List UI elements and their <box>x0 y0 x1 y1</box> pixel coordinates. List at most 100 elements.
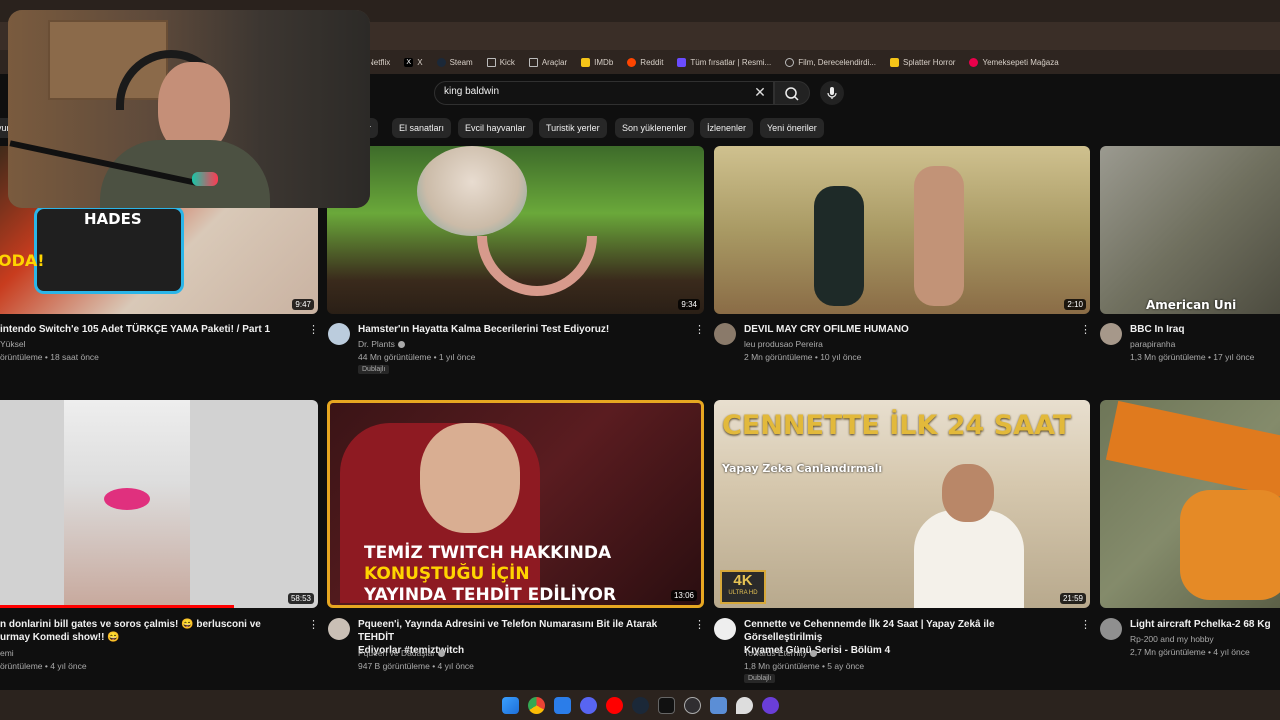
thumb-subtitle: Yapay Zeka Canlandırmalı <box>722 462 883 475</box>
video-title-4[interactable]: BBC In Iraq <box>1130 323 1280 336</box>
bookmark-reddit[interactable]: Reddit <box>627 57 663 67</box>
video-thumbnail-2[interactable]: 9:34 <box>327 146 704 314</box>
orange-wing <box>1105 400 1280 500</box>
x-icon: X <box>404 57 414 67</box>
video-thumbnail-8[interactable] <box>1100 400 1280 608</box>
steam-icon[interactable] <box>631 696 649 714</box>
video-thumbnail-7[interactable]: CENNETTE İLK 24 SAAT Yapay Zeka Canlandı… <box>714 400 1090 608</box>
video-channel-2[interactable]: Dr. Plants <box>358 337 405 351</box>
feather-icon[interactable] <box>735 696 753 714</box>
bookmark-x[interactable]: XX <box>404 57 423 67</box>
app-icon[interactable] <box>761 696 779 714</box>
video-channel-6[interactable]: Pqueen ve Dadaşlar <box>358 646 446 660</box>
video-channel-4[interactable]: parapiranha <box>1130 337 1175 351</box>
steam-icon <box>436 57 446 67</box>
verified-icon <box>438 650 446 658</box>
video-thumbnail-4[interactable]: American Uni <box>1100 146 1280 314</box>
more-options-button[interactable]: ⋮ <box>694 323 705 336</box>
bookmark-araclar[interactable]: Araçlar <box>528 57 567 67</box>
video-thumbnail-5[interactable]: 58:53 <box>0 400 318 608</box>
worm <box>477 236 597 296</box>
bookmark-film[interactable]: Film, Derecelendirdi... <box>785 57 876 67</box>
bookmark-deals[interactable]: Tüm fırsatlar | Resmi... <box>677 57 771 67</box>
channel-avatar-3[interactable] <box>714 323 736 345</box>
channel-avatar-8[interactable] <box>1100 618 1122 640</box>
video-duration: 2:10 <box>1064 299 1086 310</box>
chip-evcil-hayvanlar[interactable]: Evcil hayvanlar <box>458 118 533 138</box>
channel-avatar-7[interactable] <box>714 618 736 640</box>
bookmark-netflix[interactable]: Netflix <box>370 58 390 67</box>
video-duration: 9:34 <box>678 299 700 310</box>
video-stats-7: 1,8 Mn görüntüleme • 5 ay önce <box>744 661 865 671</box>
more-options-button[interactable]: ⋮ <box>1080 323 1091 336</box>
more-options-button[interactable]: ⋮ <box>694 618 705 631</box>
streamer-face <box>420 423 520 533</box>
globe-icon <box>785 57 795 67</box>
more-options-button[interactable]: ⋮ <box>1080 618 1091 631</box>
folder-icon <box>486 57 496 67</box>
bookmark-yemeksepeti[interactable]: Yemeksepeti Mağaza <box>969 57 1059 67</box>
video-stats-1: örüntüleme • 18 saat önce <box>0 352 99 362</box>
imdb-icon <box>581 57 591 67</box>
more-options-button[interactable]: ⋮ <box>308 618 319 631</box>
video-duration: 9:47 <box>292 299 314 310</box>
video-channel-8[interactable]: Rp-200 and my hobby <box>1130 632 1214 646</box>
dubbed-badge: Dublajlı <box>744 674 776 683</box>
chrome-icon[interactable] <box>527 696 545 714</box>
chip-yeni-oneriler[interactable]: Yeni öneriler <box>760 118 824 138</box>
obs-icon[interactable] <box>683 696 701 714</box>
hamster <box>417 146 527 236</box>
mail-icon[interactable] <box>553 696 571 714</box>
video-stats-4: 1,3 Mn görüntüleme • 17 yıl önce <box>1130 352 1255 362</box>
epic-icon[interactable] <box>657 696 675 714</box>
video-thumbnail-6[interactable]: TEMİZ TWITCH HAKKINDA KONUŞTUĞU İÇİN YAY… <box>327 400 704 608</box>
youtube-music-icon[interactable] <box>605 696 623 714</box>
deal-icon <box>677 57 687 67</box>
video-title-3[interactable]: DEVIL MAY CRY OFILME HUMANO <box>744 323 1074 336</box>
video-duration: 13:06 <box>670 590 697 601</box>
yemeksepeti-icon <box>969 57 979 67</box>
video-channel-3[interactable]: leu produsao Pereira <box>744 337 823 351</box>
orange-fuselage <box>1180 490 1280 600</box>
video-title-1[interactable]: intendo Switch'e 105 Adet TÜRKÇE YAMA Pa… <box>0 323 300 336</box>
channel-avatar-2[interactable] <box>328 323 350 345</box>
chip-turistik-yerler[interactable]: Turistik yerler <box>539 118 607 138</box>
bookmark-splatter[interactable]: Splatter Horror <box>890 57 955 67</box>
video-title-8[interactable]: Light aircraft Pchelka-2 68 Kg <box>1130 618 1280 631</box>
person-shirtless <box>914 166 964 306</box>
bookmark-kick[interactable]: Kick <box>486 57 515 67</box>
video-thumbnail-3[interactable]: 2:10 <box>714 146 1090 314</box>
channel-avatar-6[interactable] <box>328 618 350 640</box>
search-button[interactable] <box>774 81 810 105</box>
video-channel-7[interactable]: Towards Eternity <box>744 646 817 660</box>
chip-son-yuklenenler[interactable]: Son yüklenenler <box>615 118 694 138</box>
thumb-title: CENNETTE İLK 24 SAAT <box>722 410 1072 441</box>
microphone-icon <box>827 87 837 99</box>
bookmark-steam[interactable]: Steam <box>436 57 473 67</box>
watch-progress-bar <box>0 605 234 608</box>
channel-avatar-4[interactable] <box>1100 323 1122 345</box>
video-stats-8: 2,7 Mn görüntüleme • 4 yıl önce <box>1130 647 1250 657</box>
thumb-text-oda: ODA! <box>0 251 45 270</box>
bookmark-imdb[interactable]: IMDb <box>581 57 613 67</box>
voice-search-button[interactable] <box>820 81 844 105</box>
chip-izlenenler[interactable]: İzlenenler <box>700 118 754 138</box>
discord-icon[interactable] <box>579 696 597 714</box>
more-options-button[interactable]: ⋮ <box>308 323 319 336</box>
microphone-light <box>192 172 218 186</box>
thumb-text-hades: HADES <box>84 210 142 228</box>
video-title-2[interactable]: Hamster'ın Hayatta Kalma Becerilerini Te… <box>358 323 688 336</box>
search-icon <box>785 87 799 101</box>
chip-el-sanatlari[interactable]: El sanatları <box>392 118 452 138</box>
notepad-icon[interactable] <box>709 696 727 714</box>
video-channel-1[interactable]: Yüksel <box>0 337 26 351</box>
video-duration: 21:59 <box>1059 593 1086 604</box>
video-channel-5[interactable]: emi <box>0 646 14 660</box>
webcam-overlay <box>8 10 370 208</box>
windows-icon[interactable] <box>501 696 519 714</box>
clear-search-button[interactable]: ✕ <box>752 84 768 100</box>
video-title-5[interactable]: n donlarini bill gates ve soros çalmis! … <box>0 618 300 644</box>
screen: Netflix XX Steam Kick Araçlar IMDb Reddi… <box>0 0 1280 720</box>
video-stats-3: 2 Mn görüntüleme • 10 yıl önce <box>744 352 862 362</box>
video-stats-5: örüntüleme • 4 yıl önce <box>0 661 87 671</box>
